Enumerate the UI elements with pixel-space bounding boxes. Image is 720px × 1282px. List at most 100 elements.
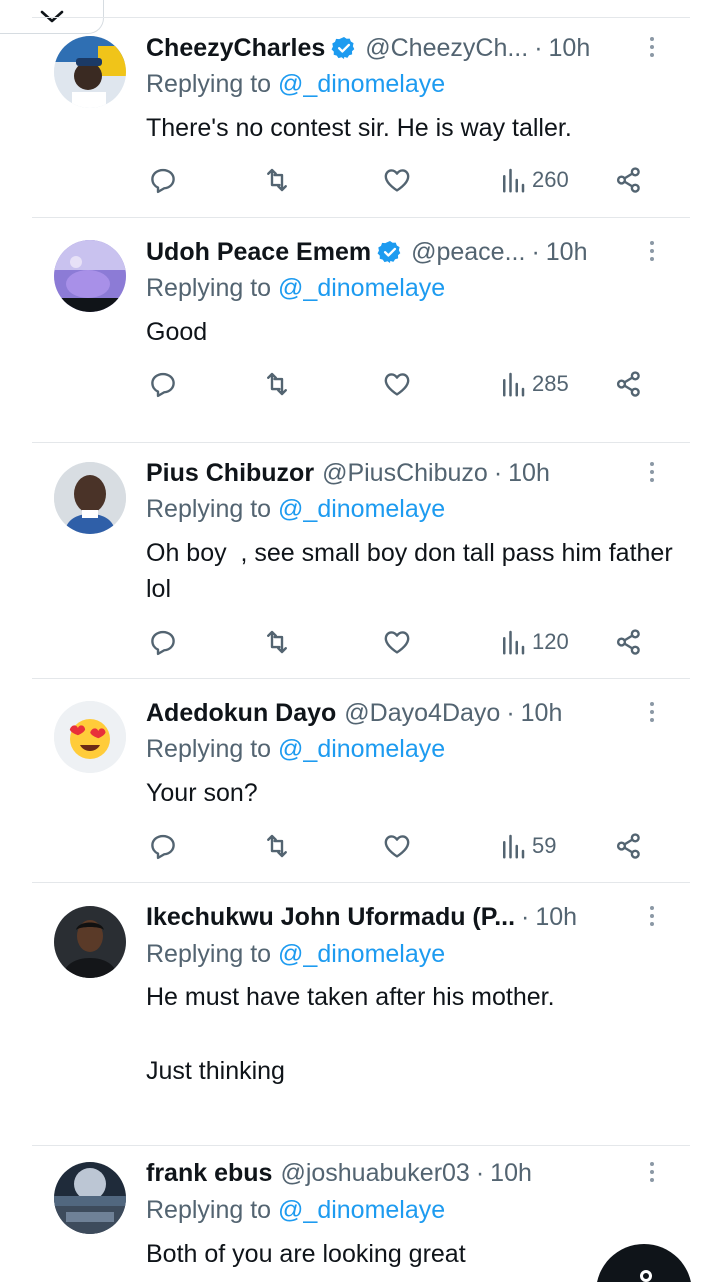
divider bbox=[32, 442, 690, 443]
like-button[interactable] bbox=[382, 826, 412, 866]
replying-to: Replying to @_dinomelaye bbox=[146, 495, 445, 524]
replying-to-label: Replying to bbox=[146, 735, 272, 763]
views-button[interactable]: 285 bbox=[498, 364, 569, 404]
divider bbox=[32, 882, 690, 883]
comment-icon bbox=[151, 372, 175, 398]
heart-icon bbox=[384, 835, 410, 858]
separator: · bbox=[493, 458, 503, 487]
retweet-button[interactable] bbox=[262, 160, 292, 200]
mention-link[interactable]: @_dinomelaye bbox=[278, 274, 445, 302]
author-name[interactable]: frank ebus bbox=[146, 1159, 272, 1188]
author-handle[interactable]: @Dayo4Dayo bbox=[344, 699, 500, 728]
separator: · bbox=[531, 237, 540, 266]
views-button[interactable]: 59 bbox=[498, 826, 556, 866]
comment-icon bbox=[151, 834, 175, 860]
more-options-button[interactable] bbox=[640, 32, 664, 62]
retweet-button[interactable] bbox=[262, 364, 292, 404]
more-options-button[interactable] bbox=[640, 697, 664, 727]
avatar[interactable] bbox=[54, 1162, 126, 1234]
timestamp[interactable]: 10h bbox=[549, 34, 591, 63]
avatar[interactable] bbox=[54, 906, 126, 978]
author-name[interactable]: Adedokun Dayo bbox=[146, 699, 336, 728]
replying-to-label: Replying to bbox=[146, 70, 272, 98]
like-button[interactable] bbox=[382, 364, 412, 404]
analytics-icon bbox=[503, 168, 525, 193]
avatar[interactable] bbox=[54, 462, 126, 534]
timestamp[interactable]: 10h bbox=[546, 238, 588, 267]
tweet-text: There's no contest sir. He is way taller… bbox=[146, 114, 572, 142]
avatar[interactable] bbox=[54, 240, 126, 312]
comment-icon bbox=[151, 630, 175, 656]
more-options-button[interactable] bbox=[640, 1157, 664, 1187]
separator: · bbox=[534, 33, 543, 62]
avatar[interactable] bbox=[54, 701, 126, 773]
share-button[interactable] bbox=[614, 160, 644, 200]
mention-link[interactable]: @_dinomelaye bbox=[278, 940, 445, 968]
heart-icon bbox=[384, 373, 410, 396]
separator: · bbox=[521, 902, 530, 931]
author-handle[interactable]: @CheezyCh... bbox=[365, 34, 528, 63]
retweet-button[interactable] bbox=[262, 622, 292, 662]
heart-icon bbox=[384, 631, 410, 654]
retweet-icon bbox=[267, 834, 287, 858]
mention-link[interactable]: @_dinomelaye bbox=[278, 495, 445, 523]
action-bar: 285 bbox=[0, 364, 720, 404]
author-name[interactable]: Udoh Peace Emem bbox=[146, 238, 371, 267]
analytics-icon bbox=[503, 372, 525, 397]
verified-badge-icon bbox=[377, 240, 401, 264]
author-handle[interactable]: @PiusChibuzo bbox=[322, 459, 488, 488]
reply-button[interactable] bbox=[148, 160, 178, 200]
mention-link[interactable]: @_dinomelaye bbox=[278, 735, 445, 763]
timestamp[interactable]: 10h bbox=[508, 459, 550, 488]
share-button[interactable] bbox=[614, 364, 644, 404]
replying-to: Replying to @_dinomelaye bbox=[146, 70, 445, 99]
replying-to-label: Replying to bbox=[146, 495, 272, 523]
author-handle[interactable]: @peace... bbox=[411, 238, 525, 267]
replying-to: Replying to @_dinomelaye bbox=[146, 940, 445, 969]
views-button[interactable]: 120 bbox=[498, 622, 569, 662]
replying-to: Replying to @_dinomelaye bbox=[146, 735, 445, 764]
reply-button[interactable] bbox=[148, 826, 178, 866]
separator: · bbox=[506, 698, 515, 727]
share-icon bbox=[616, 167, 640, 193]
divider bbox=[32, 217, 690, 218]
divider bbox=[32, 1145, 690, 1146]
replying-to-label: Replying to bbox=[146, 274, 272, 302]
replying-to: Replying to @_dinomelaye bbox=[146, 274, 445, 303]
verified-badge-icon bbox=[331, 36, 355, 60]
divider bbox=[32, 17, 690, 18]
share-button[interactable] bbox=[614, 622, 644, 662]
analytics-icon bbox=[503, 630, 525, 655]
comment-icon bbox=[151, 168, 175, 194]
retweet-button[interactable] bbox=[262, 826, 292, 866]
mention-link[interactable]: @_dinomelaye bbox=[278, 70, 445, 98]
tweet-text-paragraph: Just thinking bbox=[146, 1057, 285, 1085]
retweet-icon bbox=[267, 630, 287, 654]
author-name[interactable]: CheezyCharles bbox=[146, 34, 325, 63]
share-button[interactable] bbox=[614, 826, 644, 866]
author-name[interactable]: Ikechukwu John Uformadu (P... bbox=[146, 903, 515, 932]
like-button[interactable] bbox=[382, 622, 412, 662]
more-options-button[interactable] bbox=[640, 236, 664, 266]
timestamp[interactable]: 10h bbox=[521, 699, 563, 728]
like-button[interactable] bbox=[382, 160, 412, 200]
reply-button[interactable] bbox=[148, 364, 178, 404]
mention-link[interactable]: @_dinomelaye bbox=[278, 1196, 445, 1224]
tweet-text: He must have taken after his mother. bbox=[146, 983, 555, 1011]
view-count: 260 bbox=[532, 167, 569, 192]
author-name[interactable]: Pius Chibuzor bbox=[146, 459, 314, 488]
share-icon bbox=[616, 629, 640, 655]
retweet-icon bbox=[267, 372, 287, 396]
timestamp[interactable]: 10h bbox=[490, 1159, 532, 1188]
more-options-button[interactable] bbox=[640, 901, 664, 931]
author-handle[interactable]: @joshuabuker03 bbox=[280, 1159, 469, 1188]
timestamp[interactable]: 10h bbox=[535, 903, 577, 932]
avatar[interactable] bbox=[54, 36, 126, 108]
reply-button[interactable] bbox=[148, 622, 178, 662]
fab-icon bbox=[640, 1270, 652, 1282]
tweet-text: Oh boy , see small boy don tall pass him… bbox=[146, 539, 680, 603]
replying-to-label: Replying to bbox=[146, 940, 272, 968]
views-button[interactable]: 260 bbox=[498, 160, 569, 200]
more-options-button[interactable] bbox=[640, 457, 664, 487]
separator: · bbox=[475, 1158, 485, 1187]
